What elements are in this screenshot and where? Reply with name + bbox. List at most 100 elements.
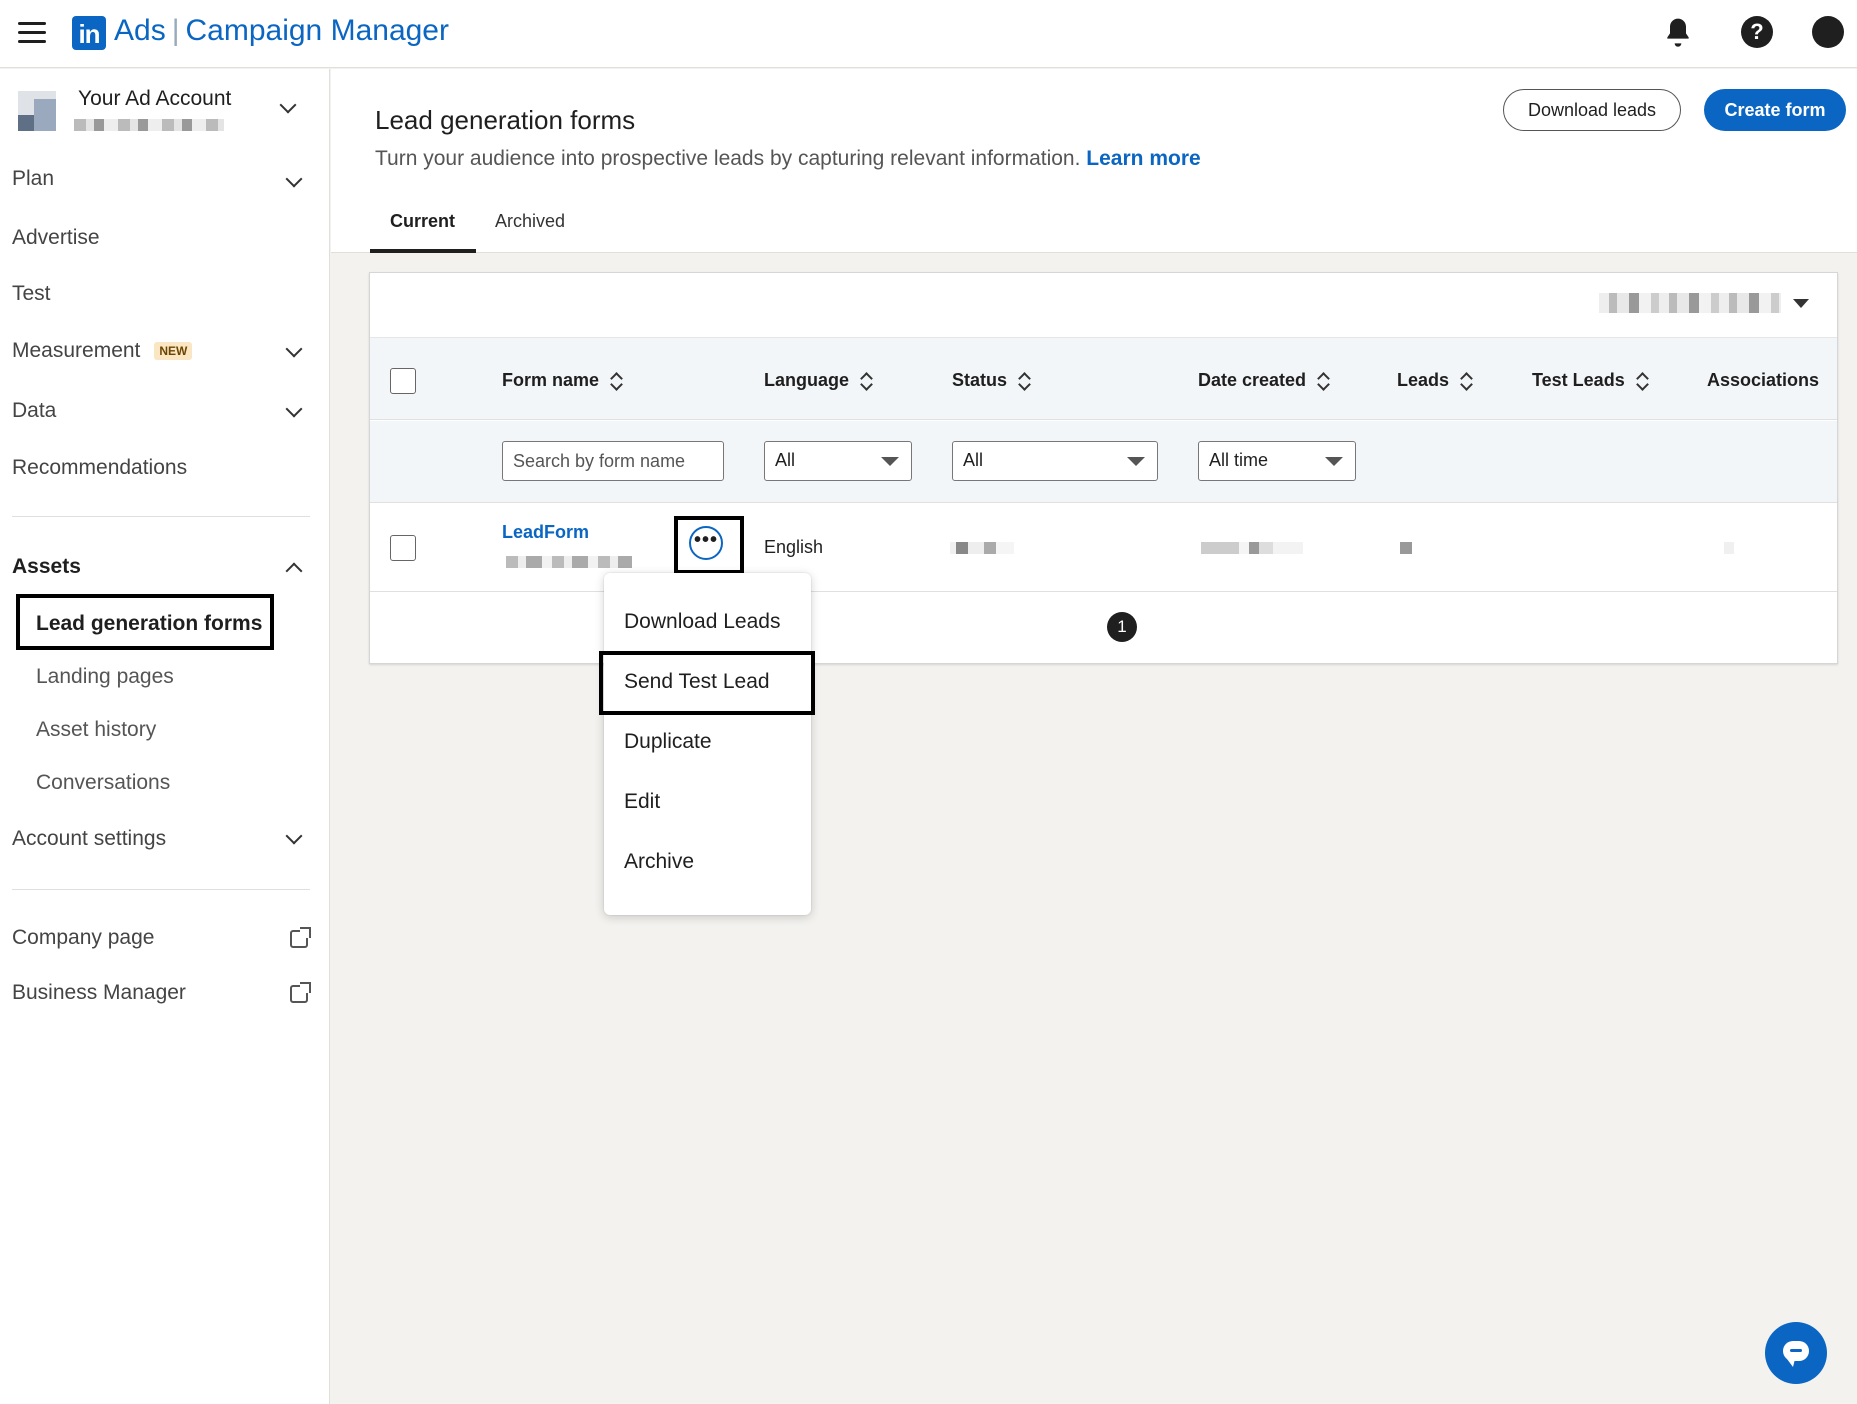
sidebar-item-measurement[interactable]: Measurement NEW [12,339,193,363]
caret-down-icon [1127,457,1145,466]
chevron-down-icon[interactable] [285,170,303,188]
sidebar-item-landing-pages[interactable]: Landing pages [36,665,174,689]
brand-title[interactable]: Ads | Campaign Manager [114,14,449,48]
tab-current[interactable]: Current [390,211,455,232]
language-cell: English [764,537,824,557]
linkedin-logo[interactable]: in [72,16,106,50]
select-value: All [963,450,984,470]
column-language[interactable]: Language [764,370,871,391]
sort-icon[interactable] [861,372,871,390]
avatar[interactable] [1812,16,1844,48]
brand-separator: | [171,14,180,47]
forms-table-card: Form name Language Status Date created L… [369,272,1838,664]
account-thumbnail[interactable] [18,91,56,131]
bell-icon[interactable] [1662,16,1694,48]
status-redacted [950,542,1014,554]
sidebar: Your Ad Account Plan Advertise Test Meas… [0,69,330,1404]
caret-down-icon[interactable] [1793,299,1809,308]
page-description: Turn your audience into prospective lead… [375,147,1201,171]
associations-redacted [1724,542,1734,554]
column-label: Language [764,370,850,390]
table-row[interactable]: LeadForm ••• English [370,504,1837,592]
column-date-created[interactable]: Date created [1198,370,1328,391]
row-checkbox[interactable] [390,535,416,561]
external-link-icon[interactable] [290,927,311,948]
column-label: Form name [502,370,600,390]
leads-redacted [1400,542,1412,554]
top-bar: in Ads | Campaign Manager ? [0,0,1857,68]
download-leads-button[interactable]: Download leads [1503,89,1681,131]
form-name-link[interactable]: LeadForm [502,522,589,543]
menu-item-send-test-lead[interactable]: Send Test Lead [624,670,770,694]
sidebar-item-business-manager[interactable]: Business Manager [12,981,186,1005]
column-test-leads[interactable]: Test Leads [1532,370,1647,391]
chat-bubble [1783,1341,1809,1367]
sidebar-item-asset-history[interactable]: Asset history [36,718,156,742]
help-icon[interactable]: ? [1741,16,1773,48]
sidebar-item-plan[interactable]: Plan [12,167,54,191]
menu-item-edit[interactable]: Edit [624,790,660,814]
sidebar-item-account-settings[interactable]: Account settings [12,827,166,851]
menu-item-archive[interactable]: Archive [624,850,694,874]
sidebar-item-test[interactable]: Test [12,282,51,306]
filter-row: All All All time [370,421,1837,503]
select-all-checkbox[interactable] [390,368,416,394]
select-value: All [775,450,796,470]
page-header: Lead generation forms Turn your audience… [331,69,1857,253]
form-id-redacted [506,556,632,568]
brand-product: Campaign Manager [185,14,449,47]
column-label: Test Leads [1532,370,1625,390]
more-icon[interactable]: ••• [689,526,723,560]
chat-icon[interactable] [1765,1322,1827,1384]
table-header: Form name Language Status Date created L… [370,337,1837,420]
search-input[interactable] [502,441,724,481]
column-leads[interactable]: Leads [1397,370,1471,391]
learn-more-link[interactable]: Learn more [1086,147,1200,170]
sort-icon[interactable] [611,372,621,390]
pagination-page[interactable]: 1 [1107,612,1137,642]
active-tab-indicator [370,249,476,253]
sidebar-item-recommendations[interactable]: Recommendations [12,456,187,480]
caret-down-icon [881,457,899,466]
menu-item-download-leads[interactable]: Download Leads [624,610,780,634]
date-filter-select[interactable]: All time [1198,441,1356,481]
sidebar-item-advertise[interactable]: Advertise [12,226,100,250]
sidebar-item-company-page[interactable]: Company page [12,926,154,950]
account-name[interactable]: Your Ad Account [78,87,231,111]
sidebar-item-lead-generation-forms[interactable]: Lead generation forms [36,612,262,636]
menu-item-duplicate[interactable]: Duplicate [624,730,712,754]
create-form-button[interactable]: Create form [1704,89,1846,131]
sort-icon[interactable] [1637,372,1647,390]
sidebar-item-conversations[interactable]: Conversations [36,771,170,795]
chevron-up-icon[interactable] [285,562,303,580]
menu-icon[interactable] [18,22,46,44]
select-value: All time [1209,450,1269,470]
column-label: Date created [1198,370,1307,390]
chevron-down-icon[interactable] [285,400,303,418]
column-label: Leads [1397,370,1450,390]
row-actions-menu: Download Leads Send Test Lead Duplicate … [599,573,815,915]
column-status[interactable]: Status [952,370,1029,391]
brand-ads: Ads [114,14,166,47]
language-filter-select[interactable]: All [764,441,912,481]
column-associations: Associations [1707,370,1820,390]
date-redacted [1201,542,1303,554]
date-range-redacted[interactable] [1599,293,1781,313]
column-form-name[interactable]: Form name [502,370,621,391]
status-filter-select[interactable]: All [952,441,1158,481]
page-title: Lead generation forms [375,105,636,135]
sort-icon[interactable] [1019,372,1029,390]
account-id-redacted [74,119,224,131]
new-badge: NEW [154,342,193,361]
sidebar-item-data[interactable]: Data [12,399,56,423]
sort-icon[interactable] [1461,372,1471,390]
chevron-down-icon[interactable] [279,96,297,114]
sort-icon[interactable] [1318,372,1328,390]
tab-archived[interactable]: Archived [495,211,565,232]
sidebar-item-assets[interactable]: Assets [12,555,81,579]
caret-down-icon [1325,457,1343,466]
chevron-down-icon[interactable] [285,340,303,358]
column-label: Status [952,370,1008,390]
external-link-icon[interactable] [290,982,311,1003]
chevron-down-icon[interactable] [285,827,303,845]
